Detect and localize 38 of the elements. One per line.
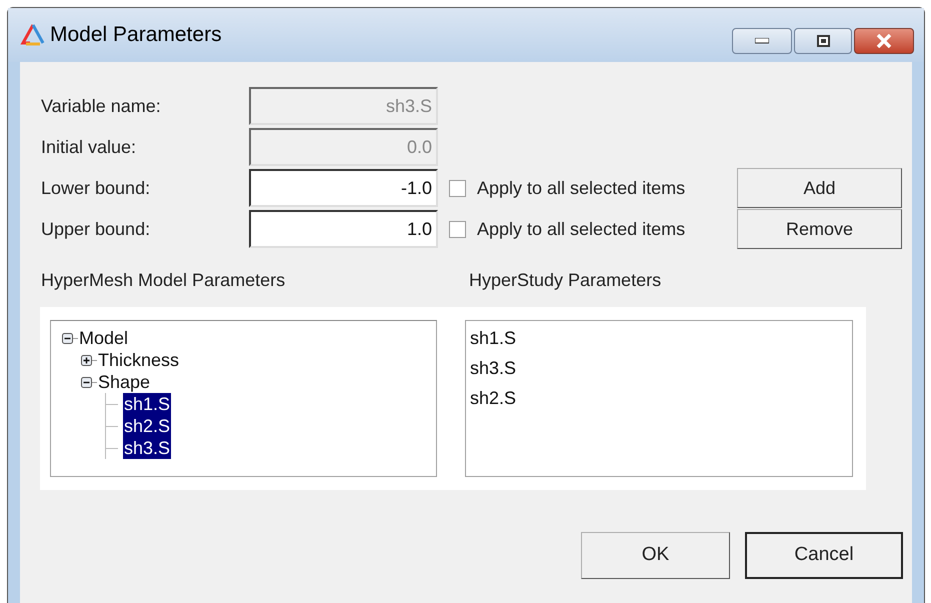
checkbox-label[interactable]: Apply to all selected items <box>477 174 737 202</box>
input-field[interactable]: -1.0 <box>249 169 438 207</box>
tree-item[interactable]: Model <box>79 327 128 349</box>
section-label: HyperStudy Parameters <box>469 269 662 292</box>
field-label: Initial value: <box>41 136 138 158</box>
maximize-button[interactable] <box>794 28 852 54</box>
collapse-icon[interactable] <box>62 332 73 344</box>
field-label: Upper bound: <box>41 218 152 241</box>
window-title: Model Parameters <box>50 22 222 48</box>
action-button[interactable]: Add <box>737 168 902 208</box>
action-button[interactable]: Remove <box>737 209 902 249</box>
close-button[interactable] <box>854 28 914 54</box>
dialog-button[interactable]: OK <box>581 532 730 579</box>
tree-item[interactable]: sh3.S <box>123 437 172 459</box>
checkbox[interactable] <box>449 180 466 196</box>
checkbox[interactable] <box>449 220 466 238</box>
app-logo-icon <box>20 23 46 47</box>
tree-view[interactable]: Model Thickness Shape sh1.S sh2.S sh3.S <box>50 320 437 477</box>
tree-item[interactable]: sh2.S <box>123 415 172 437</box>
list-view[interactable]: sh1.S sh3.S sh2.S <box>465 320 853 477</box>
expand-icon[interactable] <box>81 354 92 366</box>
field-label: Lower bound: <box>41 176 152 200</box>
dialog-button[interactable]: Cancel <box>745 532 903 579</box>
maximize-icon <box>816 35 830 47</box>
minimize-icon <box>755 38 769 44</box>
list-item[interactable]: sh3.S <box>470 357 852 379</box>
tree-item[interactable]: Shape <box>98 371 150 393</box>
field-label: Variable name: <box>41 94 162 118</box>
collapse-icon[interactable] <box>81 376 92 388</box>
tree-item[interactable]: Thickness <box>98 349 180 371</box>
section-label: HyperMesh Model Parameters <box>41 269 286 292</box>
close-icon <box>876 34 892 48</box>
minimize-button[interactable] <box>732 28 792 54</box>
checkbox-label[interactable]: Apply to all selected items <box>477 216 737 242</box>
input-field[interactable]: 1.0 <box>249 210 438 248</box>
list-item[interactable]: sh1.S <box>470 327 852 349</box>
tree-item[interactable]: sh1.S <box>123 393 172 415</box>
list-item[interactable]: sh2.S <box>470 387 852 409</box>
